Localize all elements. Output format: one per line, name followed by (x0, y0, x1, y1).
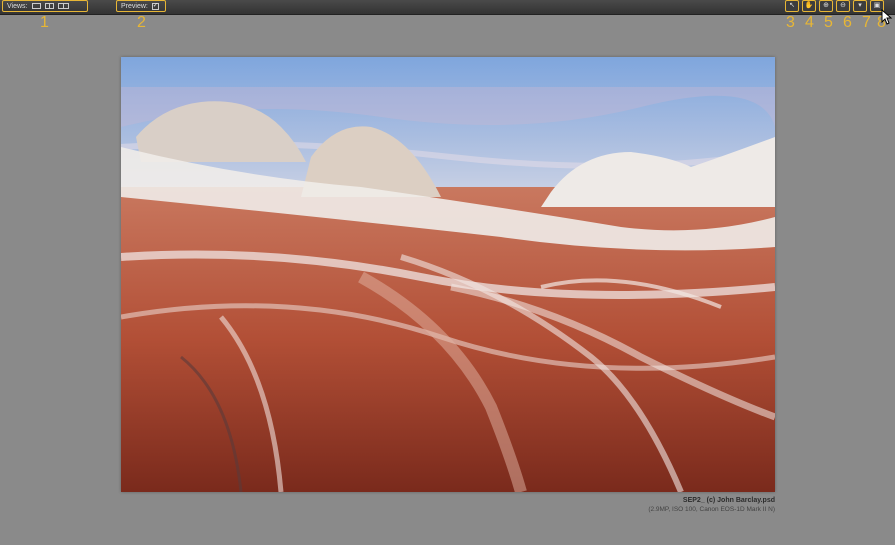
zoom-in-icon[interactable]: ⊕ (819, 0, 833, 12)
eyedropper-icon[interactable]: ▾ (853, 0, 867, 12)
arrow-pointer-icon[interactable]: ↖ (785, 0, 799, 12)
preview-image[interactable] (121, 57, 775, 492)
callout-5: 5 (824, 14, 833, 31)
image-filename: SEP2_ (c) John Barclay.psd (682, 497, 775, 504)
callout-1: 1 (40, 14, 49, 31)
callout-7: 7 (862, 14, 871, 31)
preview-checkbox[interactable]: ✓ (151, 2, 159, 10)
split-view-icon[interactable] (44, 3, 54, 9)
views-label: Views: (7, 2, 28, 10)
hand-icon[interactable]: ✋ (802, 0, 816, 12)
preview-label: Preview: (121, 2, 148, 10)
image-metadata: (2.9MP, ISO 100, Canon EOS-1D Mark II N) (648, 506, 775, 513)
zoom-out-icon[interactable]: ⊖ (836, 0, 850, 12)
tool-buttons: ↖ ✋ ⊕ ⊖ ▾ ▣ (785, 0, 884, 12)
callout-4: 4 (805, 14, 814, 31)
image-caption: SEP2_ (c) John Barclay.psd (2.9MP, ISO 1… (648, 496, 775, 514)
landscape-photo (121, 57, 775, 492)
callout-2: 2 (137, 14, 146, 31)
side-by-side-view-icon[interactable] (57, 3, 69, 9)
callout-6: 6 (843, 14, 852, 31)
callout-3: 3 (786, 14, 795, 31)
single-view-icon[interactable] (31, 3, 41, 9)
preview-group: Preview: ✓ (116, 0, 166, 12)
top-toolbar: Views: Preview: ✓ ↖ ✋ ⊕ ⊖ ▾ ▣ (0, 0, 895, 15)
views-group: Views: (2, 0, 88, 12)
mouse-cursor-icon (881, 9, 893, 25)
